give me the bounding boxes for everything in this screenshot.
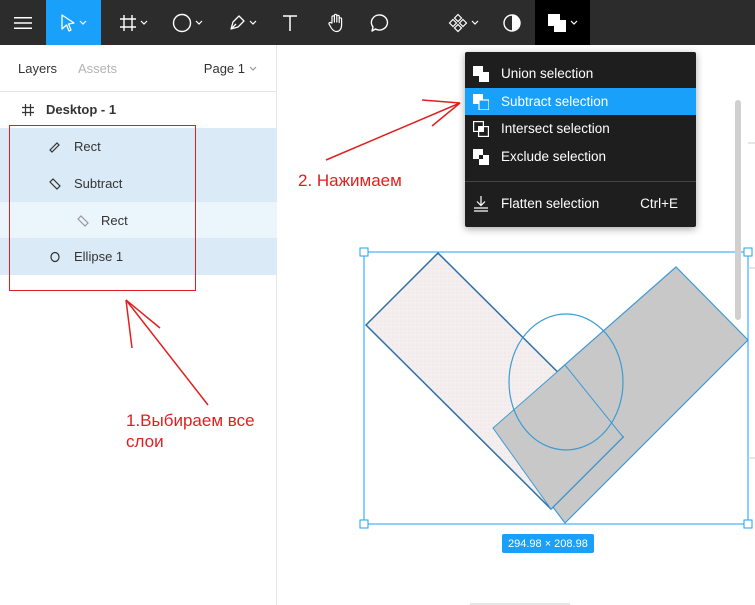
annotation-box [9,125,196,291]
menu-item-intersect[interactable]: Intersect selection [465,115,696,142]
exclude-icon [473,149,489,165]
menu-item-label: Subtract selection [501,94,609,109]
resize-handle-tr[interactable] [743,247,753,257]
menu-item-label: Union selection [501,66,594,81]
menu-item-label: Exclude selection [501,149,607,164]
annotation-arrow-2 [325,99,461,161]
menu-item-shortcut: Ctrl+E [640,196,678,211]
menu-item-label: Intersect selection [501,121,610,136]
annotation-step1: 1.Выбираем все слои [126,411,255,451]
menu-item-flatten[interactable]: Flatten selection Ctrl+E [465,190,696,217]
menu-item-union[interactable]: Union selection [465,60,696,87]
flatten-icon [474,196,488,212]
menu-separator [465,181,696,182]
menu-item-exclude[interactable]: Exclude selection [465,143,696,170]
subtract-icon [473,94,489,110]
union-icon [473,66,489,82]
canvas-scrollbar[interactable] [735,100,741,320]
boolean-dropdown-menu: Union selection Subtract selection Inter… [465,52,696,227]
resize-handle-br[interactable] [743,519,753,529]
resize-handle-tl[interactable] [359,247,369,257]
annotation-step2: 2. Нажимаем [298,171,402,190]
menu-item-label: Flatten selection [501,196,600,211]
menu-item-subtract[interactable]: Subtract selection [465,88,696,115]
intersect-icon [473,121,489,137]
dimensions-badge: 294.98 × 208.98 [502,534,594,553]
resize-handle-bl[interactable] [359,519,369,529]
annotation-arrow-1 [125,299,209,406]
